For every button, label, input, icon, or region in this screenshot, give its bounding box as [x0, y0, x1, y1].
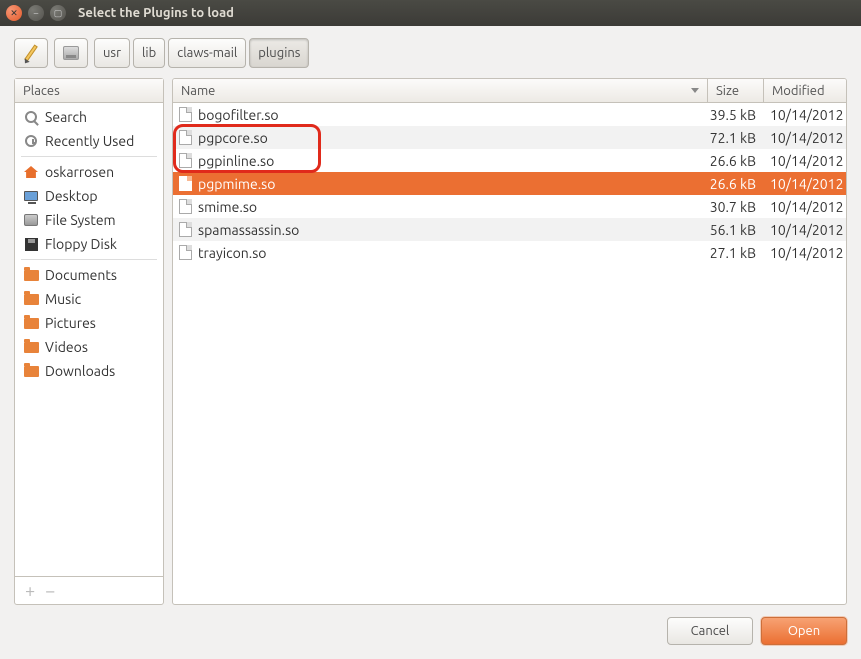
- folder-icon: [23, 267, 39, 283]
- sidebar-separator: [21, 259, 157, 260]
- maximize-icon[interactable]: ▢: [50, 5, 66, 21]
- folder-icon: [23, 339, 39, 355]
- folder-icon: [23, 315, 39, 331]
- breadcrumb-lib[interactable]: lib: [133, 38, 165, 68]
- sidebar-item-recently-used[interactable]: Recently Used: [15, 129, 163, 153]
- sidebar-item-label: Documents: [45, 267, 117, 283]
- file-size: 39.5 kB: [708, 107, 764, 123]
- folder-icon: [23, 363, 39, 379]
- drive-icon: [23, 212, 39, 228]
- floppy-icon: [23, 236, 39, 252]
- home-icon: [23, 164, 39, 180]
- file-row[interactable]: smime.so 30.7 kB10/14/2012: [173, 195, 846, 218]
- file-icon: [179, 199, 192, 214]
- file-row[interactable]: pgpmime.so 26.6 kB10/14/2012: [173, 172, 846, 195]
- sidebar-item-file-system[interactable]: File System: [15, 208, 163, 232]
- magnifier-icon: [23, 109, 39, 125]
- file-size: 26.6 kB: [708, 153, 764, 169]
- sidebar-item-floppy-disk[interactable]: Floppy Disk: [15, 232, 163, 256]
- file-row[interactable]: trayicon.so 27.1 kB10/14/2012: [173, 241, 846, 264]
- column-size[interactable]: Size: [708, 79, 764, 102]
- file-name: pgpmime.so: [198, 176, 275, 192]
- column-name[interactable]: Name: [173, 79, 708, 102]
- file-size: 27.1 kB: [708, 245, 764, 261]
- sidebar-item-downloads[interactable]: Downloads: [15, 359, 163, 383]
- root-drive-button[interactable]: [54, 38, 88, 68]
- titlebar: ✕ – ▢ Select the Plugins to load: [0, 0, 861, 26]
- sidebar-item-search[interactable]: Search: [15, 105, 163, 129]
- file-name: smime.so: [198, 199, 257, 215]
- file-modified: 10/14/2012: [764, 153, 846, 169]
- file-modified: 10/14/2012: [764, 107, 846, 123]
- sidebar-footer: + −: [15, 576, 163, 604]
- file-name: pgpinline.so: [198, 153, 274, 169]
- file-icon: [179, 130, 192, 145]
- file-icon: [179, 245, 192, 260]
- file-row[interactable]: bogofilter.so 39.5 kB10/14/2012: [173, 103, 846, 126]
- column-headers: Name Size Modified: [173, 79, 846, 103]
- file-icon: [179, 107, 192, 122]
- sidebar-item-label: Downloads: [45, 363, 115, 379]
- sort-indicator-icon: [691, 88, 699, 93]
- open-button[interactable]: Open: [761, 617, 847, 645]
- breadcrumb-usr[interactable]: usr: [94, 38, 130, 68]
- sidebar-item-label: Desktop: [45, 188, 98, 204]
- file-row[interactable]: pgpinline.so 26.6 kB10/14/2012: [173, 149, 846, 172]
- close-icon[interactable]: ✕: [6, 5, 22, 21]
- file-size: 26.6 kB: [708, 176, 764, 192]
- file-modified: 10/14/2012: [764, 245, 846, 261]
- file-modified: 10/14/2012: [764, 199, 846, 215]
- dialog-footer: Cancel Open: [14, 617, 847, 645]
- file-name: pgpcore.so: [198, 130, 268, 146]
- file-size: 56.1 kB: [708, 222, 764, 238]
- clock-icon: [23, 133, 39, 149]
- cancel-button[interactable]: Cancel: [667, 617, 753, 645]
- breadcrumb-claws-mail[interactable]: claws-mail: [168, 38, 246, 68]
- sidebar-item-videos[interactable]: Videos: [15, 335, 163, 359]
- folder-icon: [23, 291, 39, 307]
- drive-icon: [63, 46, 79, 60]
- column-modified[interactable]: Modified: [764, 79, 846, 102]
- places-header: Places: [15, 79, 163, 103]
- sidebar-item-label: Recently Used: [45, 133, 134, 149]
- sidebar-item-label: Pictures: [45, 315, 96, 331]
- file-icon: [179, 153, 192, 168]
- edit-path-button[interactable]: [14, 38, 48, 68]
- minimize-icon[interactable]: –: [28, 5, 44, 21]
- breadcrumb-plugins[interactable]: plugins: [249, 38, 309, 68]
- sidebar-item-label: oskarrosen: [45, 164, 114, 180]
- file-name: bogofilter.so: [198, 107, 279, 123]
- file-modified: 10/14/2012: [764, 176, 846, 192]
- file-row[interactable]: spamassassin.so 56.1 kB10/14/2012: [173, 218, 846, 241]
- remove-bookmark-button[interactable]: −: [45, 581, 55, 601]
- file-icon: [179, 222, 192, 237]
- sidebar-item-label: Search: [45, 109, 87, 125]
- add-bookmark-button[interactable]: +: [25, 581, 35, 601]
- file-list-pane: Name Size Modified bogofilter.so39.5 kB1…: [172, 78, 847, 605]
- file-row[interactable]: pgpcore.so 72.1 kB10/14/2012: [173, 126, 846, 149]
- file-name: spamassassin.so: [198, 222, 299, 238]
- sidebar-item-documents[interactable]: Documents: [15, 263, 163, 287]
- file-size: 72.1 kB: [708, 130, 764, 146]
- file-icon: [179, 176, 192, 191]
- sidebar-item-pictures[interactable]: Pictures: [15, 311, 163, 335]
- path-toolbar: usrlibclaws-mailplugins: [14, 38, 847, 68]
- places-sidebar: Places Search Recently Used oskarrosen Desk…: [14, 78, 164, 605]
- sidebar-item-label: Floppy Disk: [45, 236, 117, 252]
- file-name: trayicon.so: [198, 245, 267, 261]
- file-modified: 10/14/2012: [764, 130, 846, 146]
- sidebar-item-music[interactable]: Music: [15, 287, 163, 311]
- monitor-icon: [23, 188, 39, 204]
- window-title: Select the Plugins to load: [78, 6, 234, 20]
- sidebar-separator: [21, 156, 157, 157]
- file-modified: 10/14/2012: [764, 222, 846, 238]
- sidebar-item-oskarrosen[interactable]: oskarrosen: [15, 160, 163, 184]
- file-size: 30.7 kB: [708, 199, 764, 215]
- sidebar-item-label: Music: [45, 291, 81, 307]
- sidebar-item-label: Videos: [45, 339, 88, 355]
- sidebar-item-desktop[interactable]: Desktop: [15, 184, 163, 208]
- pencil-icon: [24, 44, 38, 61]
- sidebar-item-label: File System: [45, 212, 116, 228]
